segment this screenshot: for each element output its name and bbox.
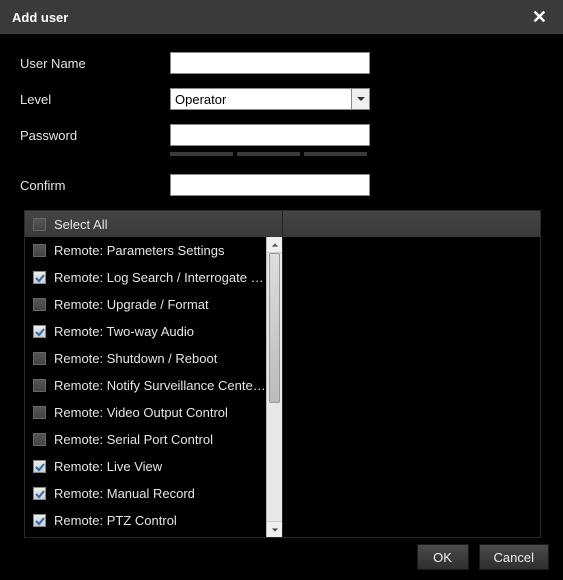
permission-item[interactable]: Remote: Two-way Audio	[25, 318, 266, 345]
permission-label: Remote: Video Output Control	[54, 405, 228, 420]
permission-label: Remote: Two-way Audio	[54, 324, 194, 339]
permission-checkbox[interactable]	[33, 433, 46, 446]
permission-label: Remote: Live View	[54, 459, 162, 474]
permissions-scrollbar[interactable]	[266, 237, 282, 537]
permission-checkbox[interactable]	[33, 352, 46, 365]
permission-checkbox[interactable]	[33, 244, 46, 257]
permission-item[interactable]: Remote: Manual Record	[25, 480, 266, 507]
permissions-panel: Select All Remote: Parameters SettingsRe…	[24, 210, 541, 538]
level-select[interactable]: Operator	[170, 88, 370, 110]
username-label: User Name	[20, 56, 170, 71]
permission-checkbox[interactable]	[33, 406, 46, 419]
ok-button[interactable]: OK	[417, 544, 469, 570]
permission-item[interactable]: Remote: Serial Port Control	[25, 426, 266, 453]
titlebar: Add user ✕	[0, 0, 563, 34]
scroll-down-icon[interactable]	[267, 521, 282, 537]
permission-label: Remote: Notify Surveillance Center /...	[54, 378, 266, 393]
permission-item[interactable]: Remote: Upgrade / Format	[25, 291, 266, 318]
confirm-label: Confirm	[20, 178, 170, 193]
strength-seg	[170, 152, 233, 156]
permission-label: Remote: Manual Record	[54, 486, 195, 501]
level-label: Level	[20, 92, 170, 107]
permission-item[interactable]: Remote: Notify Surveillance Center /...	[25, 372, 266, 399]
scroll-thumb[interactable]	[269, 253, 280, 403]
permission-item[interactable]: Remote: Parameters Settings	[25, 237, 266, 264]
permission-checkbox[interactable]	[33, 379, 46, 392]
cancel-button[interactable]: Cancel	[479, 544, 549, 570]
close-icon[interactable]: ✕	[528, 7, 551, 28]
permission-item[interactable]: Remote: Live View	[25, 453, 266, 480]
confirm-input[interactable]	[170, 174, 370, 196]
permission-item[interactable]: Remote: PTZ Control	[25, 507, 266, 534]
row-username: User Name	[20, 52, 543, 74]
permission-label: Remote: Serial Port Control	[54, 432, 213, 447]
dialog-title: Add user	[12, 10, 528, 25]
add-user-dialog: Add user ✕ User Name Level Operator Pass…	[0, 0, 563, 580]
username-input[interactable]	[170, 52, 370, 74]
permissions-header-right	[283, 211, 540, 237]
permissions-detail-pane	[283, 237, 540, 537]
permission-item[interactable]: Remote: Log Search / Interrogate Wor...	[25, 264, 266, 291]
permissions-body: Remote: Parameters Settings Remote: Log S…	[25, 237, 540, 537]
permission-label: Remote: Upgrade / Format	[54, 297, 209, 312]
permissions-list: Remote: Parameters Settings Remote: Log S…	[25, 237, 283, 537]
permissions-header: Select All	[25, 211, 540, 237]
scroll-track[interactable]	[267, 253, 282, 521]
scroll-up-icon[interactable]	[267, 237, 282, 253]
strength-seg	[237, 152, 300, 156]
chevron-down-icon[interactable]	[351, 89, 369, 109]
permission-label: Remote: Shutdown / Reboot	[54, 351, 217, 366]
level-value: Operator	[171, 92, 351, 107]
permission-checkbox[interactable]	[33, 460, 46, 473]
permission-label: Remote: PTZ Control	[54, 513, 177, 528]
dialog-footer: OK Cancel	[417, 544, 549, 570]
permission-label: Remote: Log Search / Interrogate Wor...	[54, 270, 266, 285]
select-all-label: Select All	[54, 217, 107, 232]
permission-checkbox[interactable]	[33, 514, 46, 527]
password-strength-meter	[170, 152, 543, 156]
row-confirm: Confirm	[20, 174, 543, 196]
password-input[interactable]	[170, 124, 370, 146]
select-all-checkbox[interactable]	[33, 218, 46, 231]
strength-seg	[304, 152, 367, 156]
permission-checkbox[interactable]	[33, 487, 46, 500]
dialog-body: User Name Level Operator Password Confir…	[0, 34, 563, 538]
permission-checkbox[interactable]	[33, 271, 46, 284]
row-password: Password	[20, 124, 543, 146]
permission-item[interactable]: Remote: Video Output Control	[25, 399, 266, 426]
password-label: Password	[20, 128, 170, 143]
row-level: Level Operator	[20, 88, 543, 110]
permission-checkbox[interactable]	[33, 298, 46, 311]
permission-item[interactable]: Remote: Playback	[25, 534, 266, 537]
permission-checkbox[interactable]	[33, 325, 46, 338]
permission-label: Remote: Parameters Settings	[54, 243, 225, 258]
permission-item[interactable]: Remote: Shutdown / Reboot	[25, 345, 266, 372]
select-all-cell[interactable]: Select All	[25, 211, 283, 237]
